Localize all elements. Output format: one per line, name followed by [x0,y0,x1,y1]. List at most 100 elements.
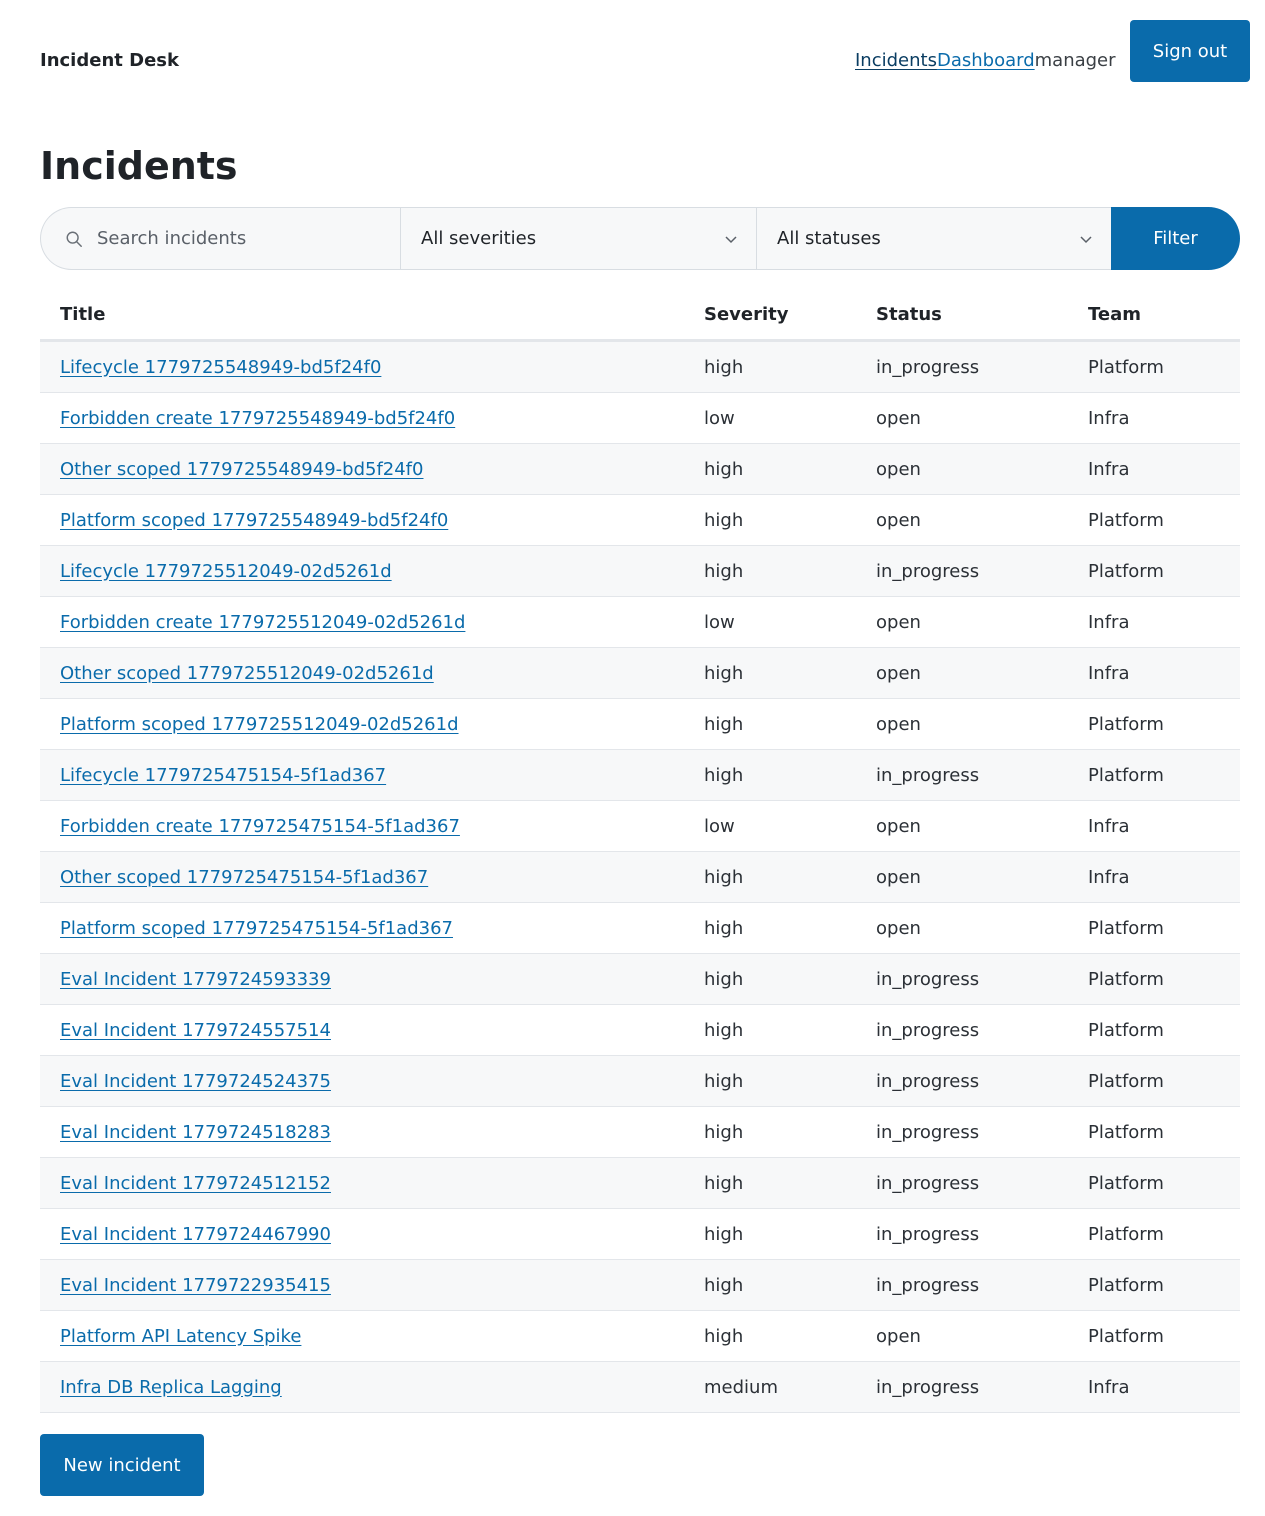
nav-link-incidents[interactable]: Incidents [855,49,937,73]
severity-cell: high [704,1223,744,1245]
incident-title-link[interactable]: Eval Incident 1779724593339 [60,969,331,990]
status-select-value: All statuses [777,228,881,249]
incident-title-link[interactable]: Forbidden create 1779725475154-5f1ad367 [60,816,460,837]
table-row: Platform scoped 1779725548949-bd5f24f0 hi… [40,495,1240,546]
table-row: Platform scoped 1779725512049-02d5261d hi… [40,699,1240,750]
table-row: Eval Incident 1779724518283 high in_progre… [40,1107,1240,1158]
status-cell: in_progress [876,968,980,990]
status-cell: in_progress [876,1274,980,1296]
incident-title-link[interactable]: Platform scoped 1779725548949-bd5f24f0 [60,510,448,531]
table-row: Lifecycle 1779725512049-02d5261d high in_p… [40,546,1240,597]
incident-title-link[interactable]: Infra DB Replica Lagging [60,1377,282,1398]
title-cell: Other scoped 1779725548949-bd5f24f0 [40,459,704,480]
team-cell: Infra [1088,611,1130,633]
title-cell: Eval Incident 1779722935415 [40,1275,704,1296]
incident-title-link[interactable]: Lifecycle 1779725512049-02d5261d [60,561,392,582]
incident-title-link[interactable]: Platform API Latency Spike [60,1326,301,1347]
title-cell: Lifecycle 1779725512049-02d5261d [40,561,704,582]
incident-title-link[interactable]: Eval Incident 1779722935415 [60,1275,331,1296]
filter-button[interactable]: Filter [1111,207,1240,270]
team-cell: Platform [1088,1172,1164,1194]
incident-title-link[interactable]: Eval Incident 1779724512152 [60,1173,331,1194]
team-cell: Platform [1088,1274,1164,1296]
nav-link-dashboard[interactable]: Dashboard [937,49,1035,73]
incident-title-link[interactable]: Other scoped 1779725512049-02d5261d [60,663,434,684]
table-row: Lifecycle 1779725548949-bd5f24f0 high in_p… [40,342,1240,393]
table-row: Other scoped 1779725512049-02d5261d high o… [40,648,1240,699]
status-cell: open [876,458,921,480]
severity-cell: high [704,509,744,531]
severity-cell: high [704,1121,744,1143]
severity-cell: high [704,1070,744,1092]
incidents-page: Incident Desk Incidents Dashboard manage… [0,0,1265,1516]
severity-cell: high [704,968,744,990]
incident-title-link[interactable]: Other scoped 1779725475154-5f1ad367 [60,867,428,888]
title-cell: Eval Incident 1779724593339 [40,969,704,990]
severity-cell: high [704,1325,744,1347]
title-cell: Platform API Latency Spike [40,1326,704,1347]
table-row: Other scoped 1779725548949-bd5f24f0 high o… [40,444,1240,495]
severity-cell: high [704,356,744,378]
team-cell: Platform [1088,1325,1164,1347]
status-cell: open [876,509,921,531]
search-icon [66,231,82,247]
title-cell: Lifecycle 1779725548949-bd5f24f0 [40,357,704,378]
title-cell: Other scoped 1779725512049-02d5261d [40,663,704,684]
title-cell: Infra DB Replica Lagging [40,1377,704,1398]
table-body: Lifecycle 1779725548949-bd5f24f0 high in_p… [40,342,1240,1413]
sign-out-button[interactable]: Sign out [1130,20,1250,82]
title-cell: Eval Incident 1779724557514 [40,1020,704,1041]
column-header-status: Status [876,304,942,325]
title-cell: Other scoped 1779725475154-5f1ad367 [40,867,704,888]
title-cell: Platform scoped 1779725512049-02d5261d [40,714,704,735]
severity-cell: high [704,662,744,684]
table-row: Eval Incident 1779724557514 high in_progre… [40,1005,1240,1056]
incident-title-link[interactable]: Platform scoped 1779725512049-02d5261d [60,714,459,735]
severity-cell: low [704,407,735,429]
team-cell: Infra [1088,458,1130,480]
table-row: Eval Incident 1779724593339 high in_progre… [40,954,1240,1005]
incident-title-link[interactable]: Other scoped 1779725548949-bd5f24f0 [60,459,423,480]
incident-title-link[interactable]: Eval Incident 1779724518283 [60,1122,331,1143]
severity-cell: high [704,560,744,582]
incident-title-link[interactable]: Platform scoped 1779725475154-5f1ad367 [60,918,453,939]
incident-title-link[interactable]: Eval Incident 1779724557514 [60,1020,331,1041]
title-cell: Forbidden create 1779725512049-02d5261d [40,612,704,633]
status-cell: in_progress [876,1070,980,1092]
chevron-down-icon [725,235,737,243]
table-row: Eval Incident 1779724512152 high in_progre… [40,1158,1240,1209]
table-row: Eval Incident 1779722935415 high in_progre… [40,1260,1240,1311]
team-cell: Platform [1088,560,1164,582]
status-select[interactable]: All statuses [756,207,1111,270]
table-row: Forbidden create 1779725548949-bd5f24f0 l… [40,393,1240,444]
search-input[interactable] [97,228,377,249]
table-row: Forbidden create 1779725512049-02d5261d l… [40,597,1240,648]
incident-title-link[interactable]: Eval Incident 1779724467990 [60,1224,331,1245]
status-cell: in_progress [876,1376,980,1398]
status-cell: in_progress [876,560,980,582]
severity-cell: high [704,917,744,939]
severity-select[interactable]: All severities [400,207,756,270]
filter-bar: All severities All statuses Filter [40,207,1240,270]
new-incident-button[interactable]: New incident [40,1434,204,1496]
incidents-table: Title Severity Status Team Lifecycle 177… [40,290,1240,1413]
incident-title-link[interactable]: Lifecycle 1779725548949-bd5f24f0 [60,357,381,378]
app-brand: Incident Desk [40,50,179,71]
severity-cell: medium [704,1376,778,1398]
status-cell: in_progress [876,1019,980,1041]
team-cell: Platform [1088,713,1164,735]
severity-cell: high [704,1274,744,1296]
status-cell: open [876,662,921,684]
title-cell: Lifecycle 1779725475154-5f1ad367 [40,765,704,786]
title-cell: Eval Incident 1779724524375 [40,1071,704,1092]
status-cell: open [876,917,921,939]
status-cell: open [876,713,921,735]
incident-title-link[interactable]: Eval Incident 1779724524375 [60,1071,331,1092]
incident-title-link[interactable]: Forbidden create 1779725512049-02d5261d [60,612,465,633]
team-cell: Platform [1088,1121,1164,1143]
team-cell: Infra [1088,407,1130,429]
incident-title-link[interactable]: Forbidden create 1779725548949-bd5f24f0 [60,408,455,429]
title-cell: Eval Incident 1779724518283 [40,1122,704,1143]
incident-title-link[interactable]: Lifecycle 1779725475154-5f1ad367 [60,765,386,786]
top-header: Incident Desk Incidents Dashboard manage… [0,0,1265,110]
